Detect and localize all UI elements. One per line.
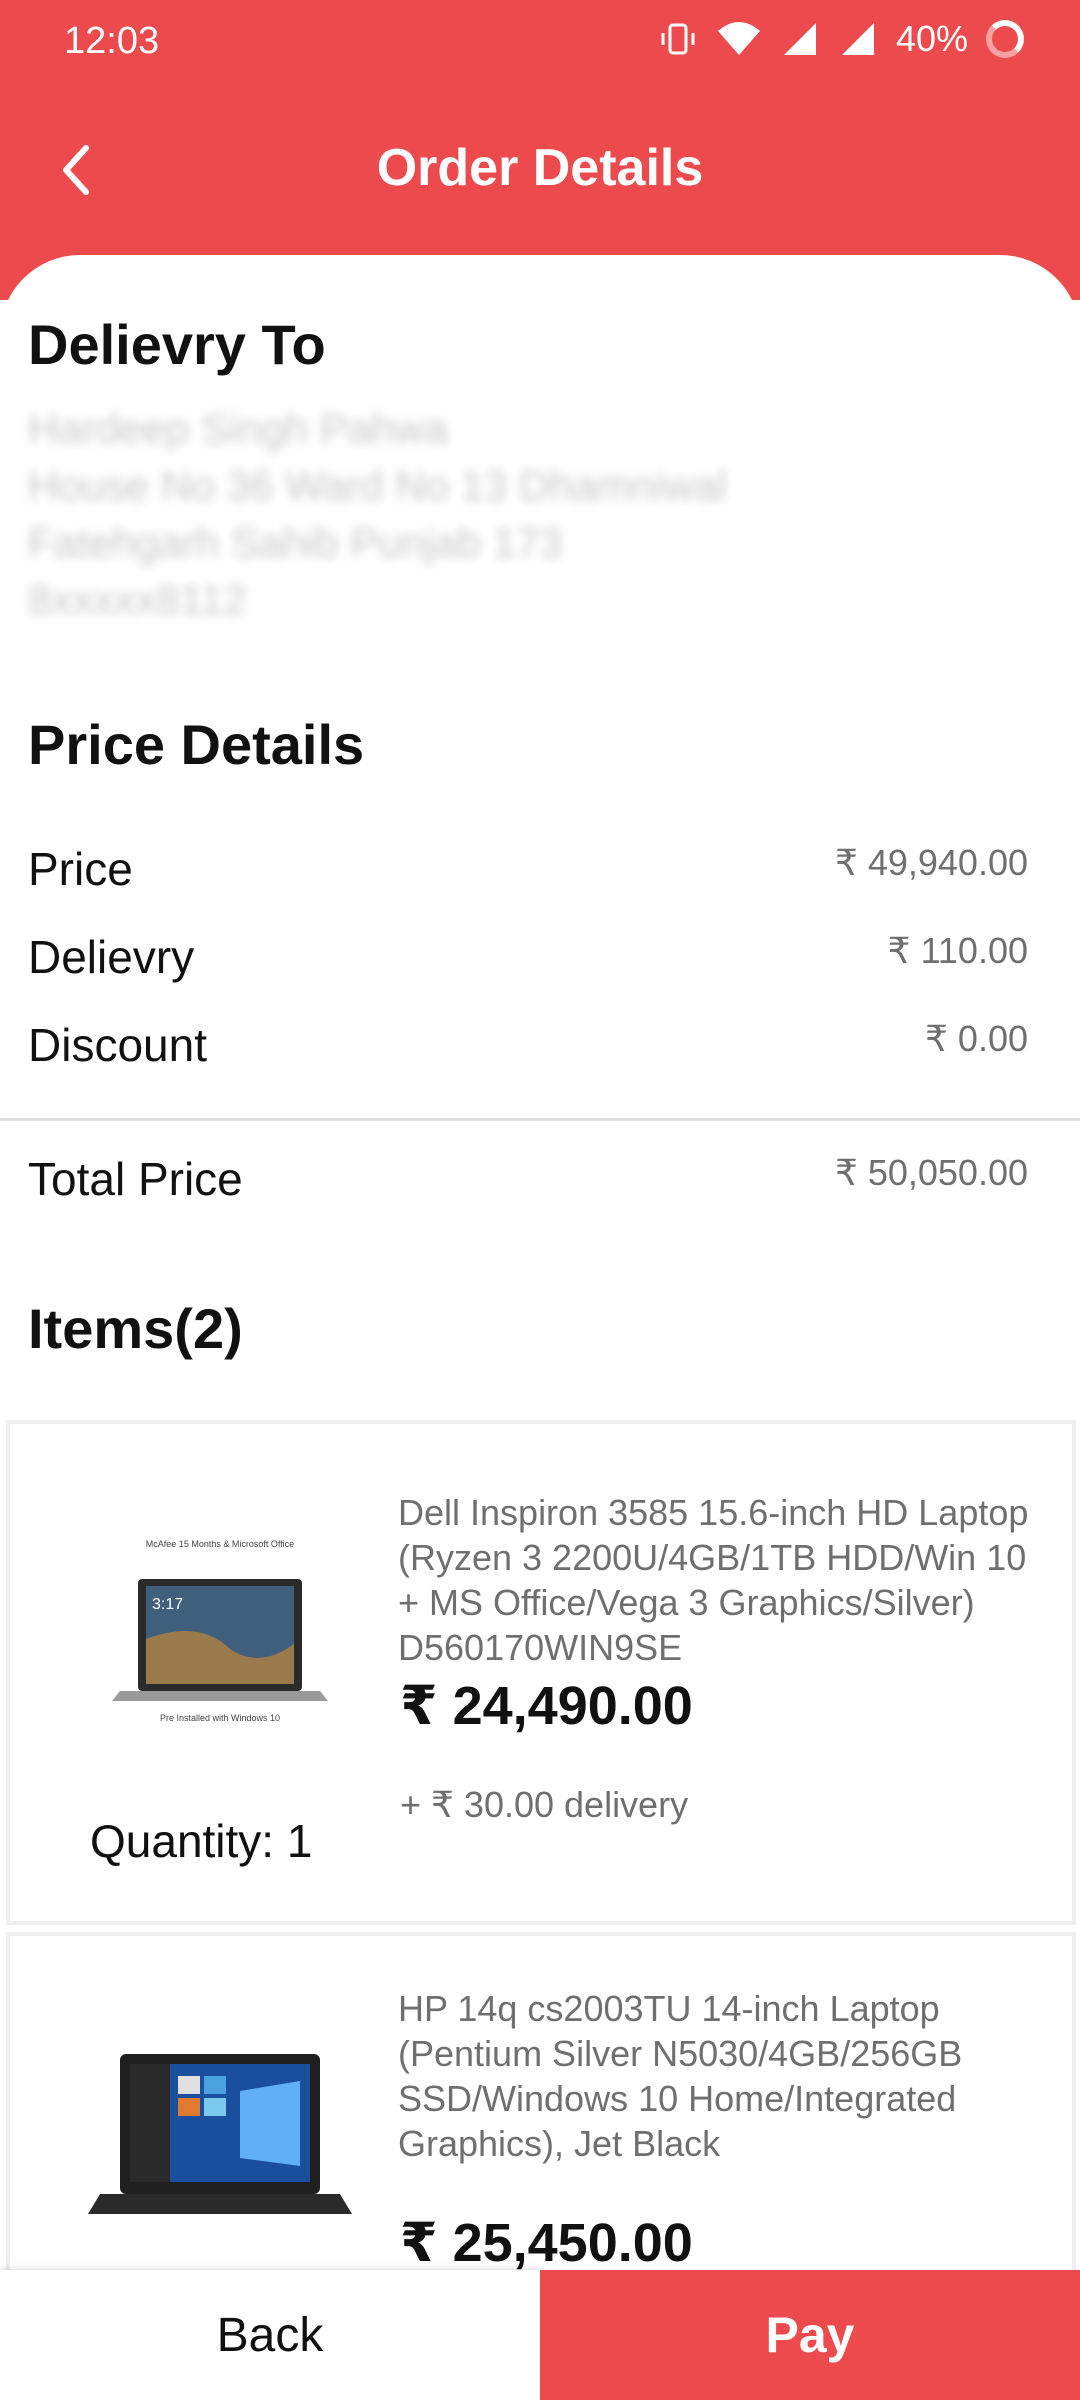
item-name[interactable]: HP 14q cs2003TU 14-inch Laptop (Pentium … (398, 1986, 1048, 2166)
price-details-heading: Price Details (28, 713, 365, 776)
toolbar: Order Details (0, 120, 1080, 220)
status-time: 12:03 (64, 20, 160, 62)
battery-icon (986, 20, 1024, 58)
address-line: House No 36 Ward No 13 Dhamniwal (28, 462, 727, 509)
page-title: Order Details (376, 139, 704, 197)
image-clock: 3:17 (152, 1596, 183, 1613)
price-value: ₹ 49,940.00 (834, 842, 1028, 883)
item-quantity: Quantity: 1 (90, 1815, 313, 1867)
wifi-icon (717, 22, 760, 55)
total-price-value: ₹ 50,050.00 (834, 1152, 1028, 1193)
image-bottom-caption: Pre Installed with Windows 10 (160, 1713, 280, 1723)
item-delivery-charge: + ₹ 30.00 delivery (400, 1784, 689, 1825)
signal-roaming-icon (841, 23, 874, 55)
total-price-label: Total Price (28, 1153, 243, 1205)
product-image-dell: McAfee 15 Months & Microsoft Office 3:17… (112, 1539, 328, 1723)
delivery-fee-value: ₹ 110.00 (887, 930, 1028, 971)
delivery-address: Hardeep Singh Pahwa House No 36 Ward No … (28, 400, 928, 628)
order-item-card[interactable]: McAfee 15 Months & Microsoft Office 3:17… (6, 1420, 1076, 1925)
address-line: Fatehgarh Sahib Punjab 173 (28, 519, 563, 566)
product-image-hp (88, 2054, 352, 2214)
delivery-fee-label: Delievry (28, 931, 195, 983)
items-heading: Items(2) (28, 1297, 243, 1360)
image-top-caption: McAfee 15 Months & Microsoft Office (146, 1539, 294, 1549)
price-label: Price (28, 843, 133, 895)
total-divider (0, 1118, 1080, 1121)
item-price: ₹ 24,490.00 (400, 1676, 693, 1736)
bottom-action-bar: Back Pay (0, 2270, 1080, 2400)
delivery-heading: Delievry To (28, 313, 326, 376)
order-item-card[interactable]: HP 14q cs2003TU 14-inch Laptop (Pentium … (6, 1932, 1076, 2312)
discount-label: Discount (28, 1019, 207, 1071)
vibrate-icon (661, 23, 695, 55)
discount-value: ₹ 0.00 (925, 1018, 1028, 1059)
status-bar: 12:03 40% (0, 0, 1080, 90)
pay-button[interactable]: Pay (540, 2270, 1080, 2400)
address-line: 8xxxxx8112 (28, 576, 247, 623)
back-button[interactable]: Back (0, 2270, 540, 2400)
battery-percent: 40% (895, 18, 968, 59)
status-icons: 40% (658, 18, 1024, 60)
item-name[interactable]: Dell Inspiron 3585 15.6-inch HD Laptop (… (398, 1490, 1048, 1670)
signal-icon (783, 23, 816, 55)
address-line: Hardeep Singh Pahwa (28, 405, 449, 452)
item-price: ₹ 25,450.00 (400, 2213, 693, 2273)
